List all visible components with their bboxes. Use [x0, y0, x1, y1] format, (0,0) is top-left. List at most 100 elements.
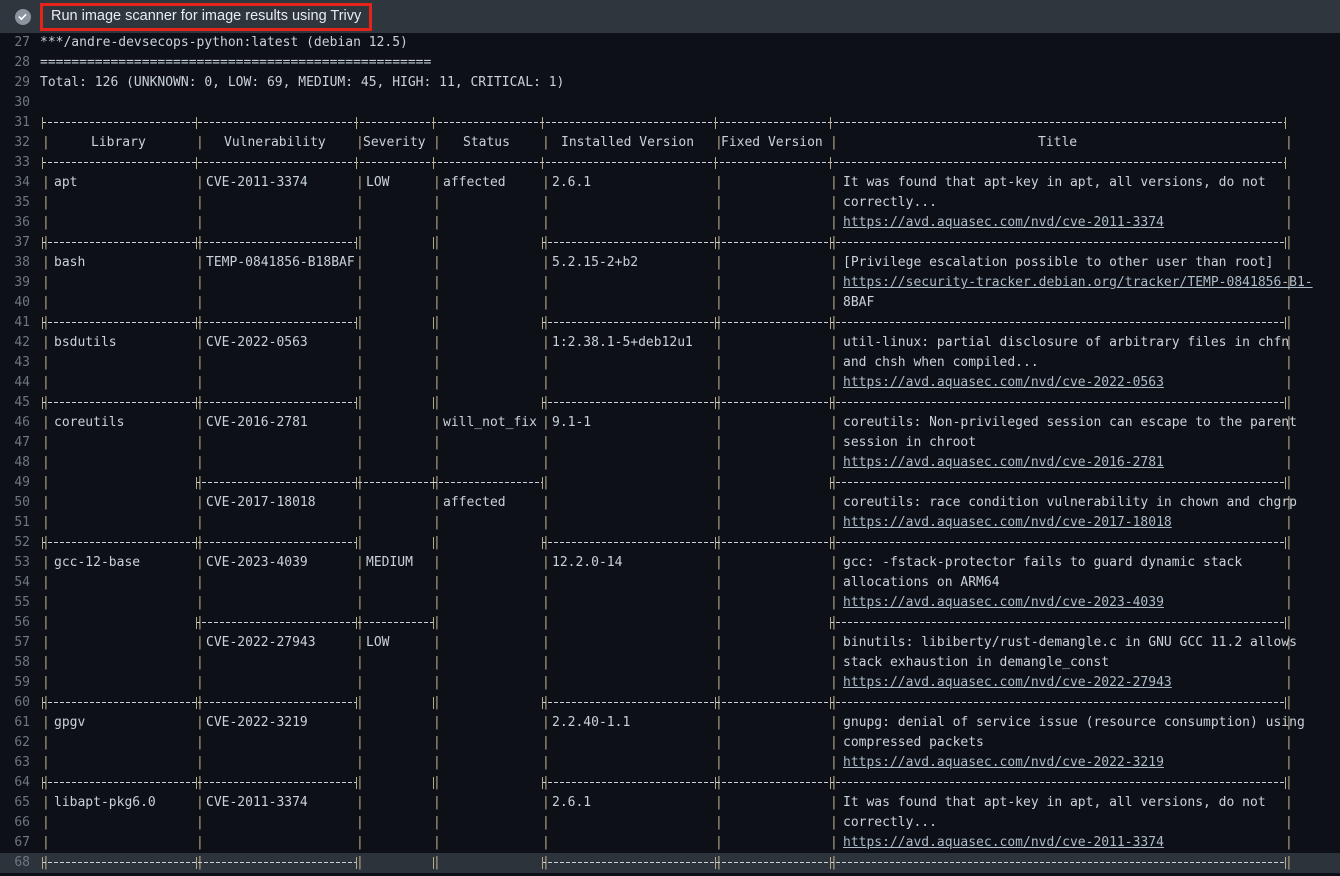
line-number: 54 [14, 575, 30, 590]
log-line: 65 | | | | | | | | libapt-pkg6.0 CVE-2011-3374 2.6.… [0, 793, 1340, 813]
row-sep-full-tick-1 [196, 697, 197, 709]
divider-installed-fixed: | [715, 475, 723, 490]
cell-installed-version: 2.2.40-1.1 [552, 715, 631, 730]
divider-fixed-title: | [830, 335, 838, 350]
step-title[interactable]: Run image scanner for image results usin… [40, 2, 373, 31]
divider-installed-fixed: | [715, 355, 723, 370]
table-row: | | | | | | | | correctly... [40, 813, 1340, 833]
row-sep-tick-c [433, 477, 434, 489]
divider-left-edge: | [42, 415, 50, 430]
row-sep-full-tick-5 [830, 237, 831, 249]
divider-status-installed: | [542, 415, 550, 430]
divider-left-edge: | [42, 755, 50, 770]
divider-vulnerability-severity: | [356, 295, 364, 310]
row-sep-full-tick-1 [196, 397, 197, 409]
line-number: 48 [14, 455, 30, 470]
table-top-tick-2 [356, 117, 357, 129]
divider-installed-fixed: | [715, 135, 723, 150]
line-number: 44 [14, 375, 30, 390]
log-line: 37 |||||||| [0, 233, 1340, 253]
row-sep-full-tick-stat [433, 397, 434, 409]
row-sep-tick-e [830, 477, 831, 489]
table-header-severity: Severity [363, 135, 426, 150]
log-line: 33 [0, 153, 1340, 173]
row-sep-full-tick-2 [356, 397, 357, 409]
table-row: | | | | | | | | https://avd.aquasec.com/nvd/cve-… [40, 213, 1340, 233]
cell-library: apt [54, 175, 78, 190]
divider-status-installed: | [542, 135, 550, 150]
cell-title-link[interactable]: https://avd.aquasec.com/nvd/cve-2022-321… [843, 753, 1164, 773]
divider-left-edge: | [42, 575, 50, 590]
row-separator-rule-left [42, 782, 356, 783]
divider-fixed-title: | [830, 555, 838, 570]
row-separator-rule-right [542, 402, 1285, 403]
line-number: 41 [14, 315, 30, 330]
cell-library: libapt-pkg6.0 [54, 795, 156, 810]
divider-status-installed: | [542, 575, 550, 590]
row-sep-tick-d [542, 477, 543, 489]
divider-severity-status: | [433, 515, 441, 530]
divider-left-edge: | [42, 175, 50, 190]
divider-installed-fixed: | [715, 715, 723, 730]
divider-status-installed: | [542, 635, 550, 650]
divider-vulnerability-severity: | [356, 575, 364, 590]
row-sep-full-tick-2 [356, 237, 357, 249]
line-number: 35 [14, 195, 30, 210]
line-number: 45 [14, 395, 30, 410]
table-row: | | | | | | | | bsdutils CVE-2022-0563 1:2.38.1-5+… [40, 333, 1340, 353]
divider-right-edge: | [1285, 835, 1293, 850]
cell-title: coreutils: race condition vulnerability … [843, 495, 1297, 510]
divider-fixed-title: | [830, 495, 838, 510]
table-row: | | | | | | | | session in chroot [40, 433, 1340, 453]
divider-left-edge: | [42, 435, 50, 450]
log-line: 34 | | | | | | | | apt CVE-2011-3374 LOW affected 2.6… [0, 173, 1340, 193]
table-top-tick-4 [542, 117, 543, 129]
divider-right-edge: | [1285, 515, 1293, 530]
cell-title-link[interactable]: https://avd.aquasec.com/nvd/cve-2011-337… [843, 213, 1164, 233]
cell-title-link[interactable]: https://avd.aquasec.com/nvd/cve-2023-403… [843, 593, 1164, 613]
divider-status-installed: | [542, 175, 550, 190]
divider-severity-status: | [433, 295, 441, 310]
divider-library-vulnerability: | [196, 175, 204, 190]
table-top-tick-1 [196, 117, 197, 129]
divider-status-installed: | [542, 495, 550, 510]
line-number: 28 [14, 55, 30, 70]
row-sep-full-tick-5 [830, 777, 831, 789]
divider-right-edge: | [1285, 195, 1293, 210]
divider-vulnerability-severity: | [356, 515, 364, 530]
divider-installed-fixed: | [715, 835, 723, 850]
log-line: 56|||||||| [0, 613, 1340, 633]
row-separator-rule-left [42, 702, 356, 703]
cell-title-link[interactable]: https://security-tracker.debian.org/trac… [843, 273, 1313, 293]
table-row: | | | | | | | | https://avd.aquasec.com/nvd/cve-… [40, 673, 1340, 693]
cell-title-link[interactable]: https://avd.aquasec.com/nvd/cve-2017-180… [843, 513, 1172, 533]
row-sep-full-tick-0 [42, 317, 43, 329]
header-separator-tick-2 [356, 157, 357, 169]
log-output[interactable]: 27 ***/andre-devsecops-python:latest (deb… [0, 33, 1340, 876]
header-separator-tick-0 [42, 157, 43, 169]
divider-library-vulnerability: | [196, 275, 204, 290]
divider-library-vulnerability: | [196, 415, 204, 430]
divider-vulnerability-severity: | [356, 755, 364, 770]
table-row: | | | | | | | | https://avd.aquasec.com/nvd/cve-… [40, 593, 1340, 613]
cell-title-link[interactable]: https://avd.aquasec.com/nvd/cve-2016-278… [843, 453, 1164, 473]
row-sep-full-tick-2 [356, 537, 357, 549]
table-top-tick-6 [830, 117, 831, 129]
divider-left-edge: | [42, 215, 50, 230]
divider-severity-status: | [433, 375, 441, 390]
cell-title-link[interactable]: https://avd.aquasec.com/nvd/cve-2022-279… [843, 673, 1172, 693]
table-row: | | | | | | | | bash TEMP-0841856-B18BAF 5.2.15-2+… [40, 253, 1340, 273]
divider-right-edge: | [1285, 455, 1293, 470]
row-sep-full-tick-3 [542, 397, 543, 409]
log-line: 45 |||||||| [0, 393, 1340, 413]
divider-status-installed: | [542, 555, 550, 570]
row-sep-tick-b [356, 617, 357, 629]
table-row: | | | | | | | | CVE-2017-18018 affected coreutils:… [40, 493, 1340, 513]
divider-severity-status: | [433, 415, 441, 430]
cell-title-link[interactable]: https://avd.aquasec.com/nvd/cve-2022-056… [843, 373, 1164, 393]
row-sep-full-tick-4 [715, 317, 716, 329]
line-number: 52 [14, 535, 30, 550]
cell-title-link[interactable]: https://avd.aquasec.com/nvd/cve-2011-337… [843, 833, 1164, 853]
row-sep-full-tick-5 [830, 537, 831, 549]
divider-status-installed: | [542, 255, 550, 270]
